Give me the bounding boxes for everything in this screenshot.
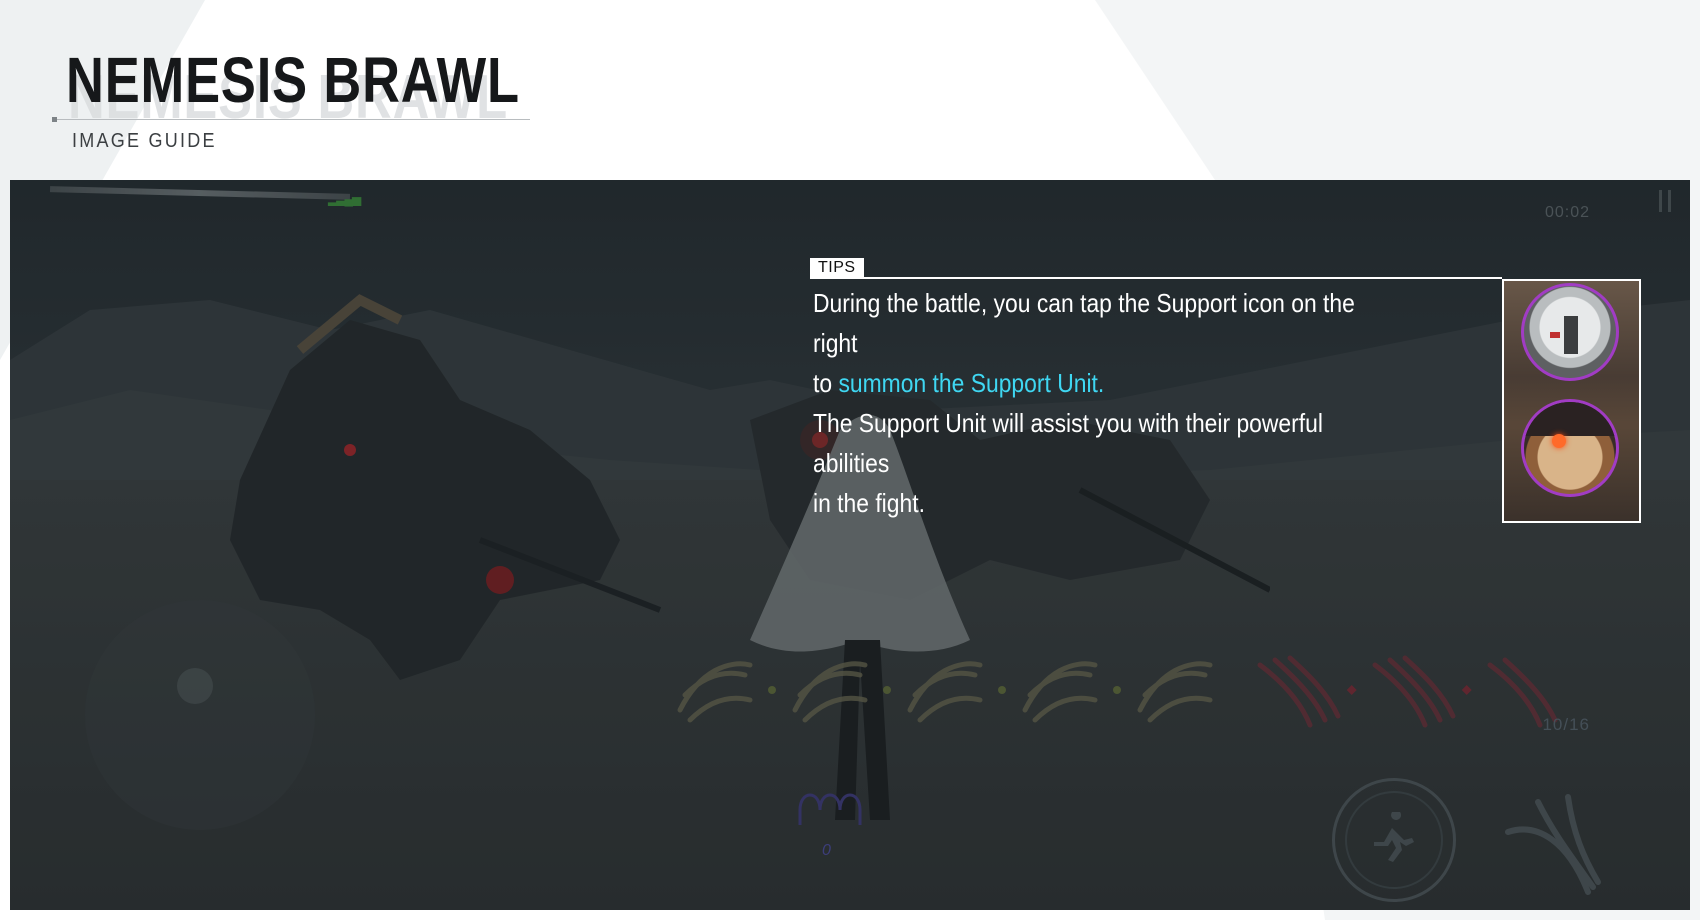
tips-label: TIPS: [810, 258, 864, 278]
support-unit-robot-icon[interactable]: [1521, 283, 1619, 381]
battle-scene: ▂▃▄▅ 00:02 10/16 0 TIPS During the battl…: [10, 180, 1690, 910]
tips-line-1: During the battle, you can tap the Suppo…: [813, 288, 1355, 358]
game-screenshot: ▂▃▄▅ 00:02 10/16 0 TIPS During the battl…: [10, 180, 1690, 910]
title-divider: [54, 119, 530, 120]
header: NEMESIS BRAWL NEMESIS BRAWL IMAGE GUIDE: [0, 0, 1700, 180]
support-unit-panel[interactable]: [1502, 279, 1641, 523]
tips-line-2-prefix: to: [813, 368, 839, 398]
mech-eye: [1552, 434, 1566, 448]
robot-eye: [1550, 332, 1560, 338]
tips-text: During the battle, you can tap the Suppo…: [813, 283, 1367, 523]
title-divider-dot: [52, 117, 57, 122]
support-unit-mech-icon[interactable]: [1521, 399, 1619, 497]
page-title: NEMESIS BRAWL: [66, 44, 520, 116]
tips-line-2: to summon the Support Unit.: [813, 363, 1367, 403]
tips-divider: [810, 277, 1502, 279]
robot-visor: [1564, 316, 1578, 354]
tips-line-4: in the fight.: [813, 488, 925, 518]
page-subtitle: IMAGE GUIDE: [72, 130, 217, 152]
tips-highlight: summon the Support Unit.: [838, 368, 1105, 398]
tips-line-3: The Support Unit will assist you with th…: [813, 408, 1323, 478]
mech-cap: [1524, 402, 1616, 436]
